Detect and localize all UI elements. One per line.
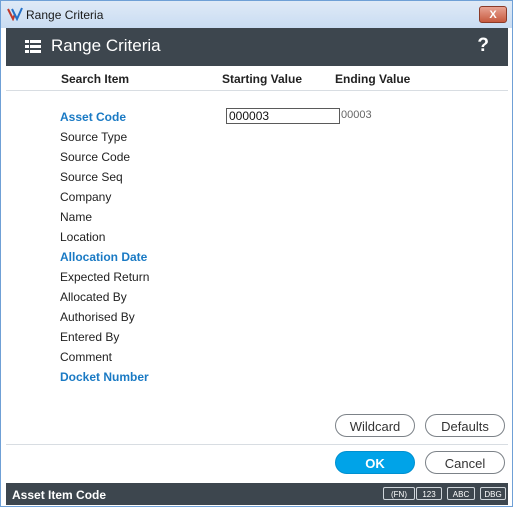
help-icon[interactable]: ? <box>477 35 489 57</box>
field-source-code[interactable]: Source Code <box>60 150 130 164</box>
field-docket-number[interactable]: Docket Number <box>60 370 149 384</box>
field-source-seq[interactable]: Source Seq <box>60 170 123 184</box>
status-text: Asset Item Code <box>12 488 107 502</box>
close-button[interactable]: X <box>479 6 507 23</box>
list-icon <box>25 40 41 53</box>
field-comment[interactable]: Comment <box>60 350 112 364</box>
dialog-title: Range Criteria <box>51 36 161 55</box>
field-location[interactable]: Location <box>60 230 105 244</box>
cancel-button[interactable]: Cancel <box>425 451 505 474</box>
asset-code-starting-value-input[interactable] <box>226 108 340 124</box>
alpha-mode-badge[interactable]: ABC <box>447 487 475 500</box>
field-source-type[interactable]: Source Type <box>60 130 127 144</box>
field-entered-by[interactable]: Entered By <box>60 330 119 344</box>
field-expected-return[interactable]: Expected Return <box>60 270 149 284</box>
column-header-ending-value: Ending Value <box>335 72 411 86</box>
defaults-button[interactable]: Defaults <box>425 414 505 437</box>
numeric-mode-badge[interactable]: 123 <box>416 487 442 500</box>
debug-badge[interactable]: DBG <box>480 487 506 500</box>
fn-badge[interactable]: (FN) <box>383 487 415 500</box>
status-bar: Asset Item Code (FN) 123 ABC DBG <box>6 483 508 505</box>
column-header-search-item: Search Item <box>61 72 130 86</box>
dialog-header: Range Criteria ? <box>6 28 508 66</box>
asset-code-ending-value: 00003 <box>341 109 372 121</box>
range-criteria-window: Range Criteria X Range Criteria ? Search… <box>0 0 513 507</box>
divider <box>6 444 508 445</box>
window-title: Range Criteria <box>26 8 104 22</box>
wildcard-button[interactable]: Wildcard <box>335 414 415 437</box>
field-allocation-date[interactable]: Allocation Date <box>60 250 147 264</box>
title-bar: Range Criteria X <box>1 1 512 28</box>
field-authorised-by[interactable]: Authorised By <box>60 310 135 324</box>
field-allocated-by[interactable]: Allocated By <box>60 290 127 304</box>
divider <box>6 90 508 91</box>
field-company[interactable]: Company <box>60 190 111 204</box>
app-logo-icon <box>7 7 23 21</box>
field-asset-code[interactable]: Asset Code <box>60 110 126 124</box>
field-name[interactable]: Name <box>60 210 92 224</box>
ok-button[interactable]: OK <box>335 451 415 474</box>
column-header-starting-value: Starting Value <box>222 72 303 86</box>
